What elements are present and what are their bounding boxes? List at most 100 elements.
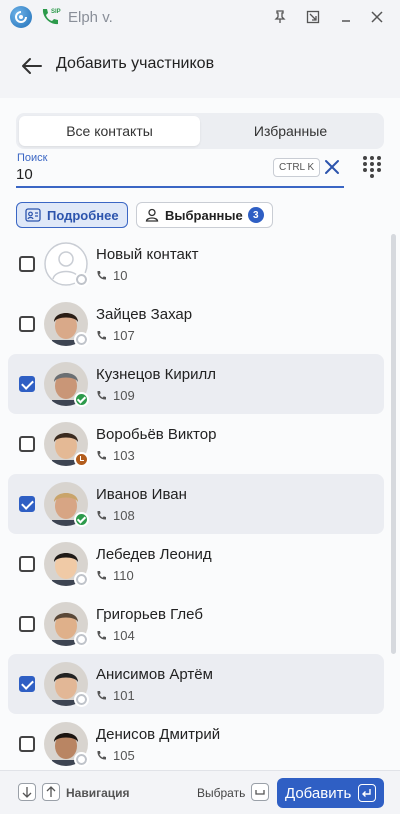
- extension-number: 105: [113, 748, 135, 763]
- contact-extension: 107: [96, 328, 135, 343]
- status-offline-icon: [74, 752, 89, 767]
- contact-row[interactable]: Кузнецов Кирилл 109: [8, 354, 384, 414]
- contact-checkbox[interactable]: [19, 436, 35, 452]
- phone-icon: [97, 451, 106, 460]
- extension-number: 10: [113, 268, 128, 283]
- space-key-icon: [251, 783, 269, 801]
- contact-row[interactable]: Зайцев Захар 107: [8, 294, 384, 354]
- avatar: [44, 362, 89, 407]
- pin-icon[interactable]: [269, 6, 291, 28]
- contact-extension: 105: [96, 748, 135, 763]
- selected-filter-button[interactable]: Выбранные 3: [136, 202, 273, 228]
- close-window-icon[interactable]: [366, 6, 388, 28]
- contact-checkbox[interactable]: [19, 736, 35, 752]
- tab-all-contacts[interactable]: Все контакты: [19, 116, 200, 146]
- dialpad-icon[interactable]: [361, 155, 383, 181]
- svg-text:SIP: SIP: [51, 9, 61, 15]
- contact-name: Григорьев Глеб: [96, 606, 203, 623]
- search-input[interactable]: [16, 164, 316, 184]
- status-offline-icon: [74, 572, 89, 587]
- contact-checkbox[interactable]: [19, 616, 35, 632]
- contact-row[interactable]: Иванов Иван 108: [8, 474, 384, 534]
- navigation-hint: Навигация: [66, 786, 130, 800]
- contact-row[interactable]: Новый контакт 10: [8, 234, 384, 294]
- avatar: [44, 542, 89, 587]
- status-online-icon: [74, 512, 89, 527]
- search-label: Поиск: [17, 152, 48, 164]
- status-away-icon: [74, 452, 89, 467]
- extension-number: 109: [113, 388, 135, 403]
- main-content: Все контакты Избранные Поиск CTRL K Подр…: [0, 98, 400, 770]
- contact-extension: 10: [96, 268, 127, 283]
- footer-bar: Навигация Выбрать Добавить: [0, 770, 400, 814]
- contact-card-icon: [25, 208, 41, 222]
- contact-name: Воробьёв Виктор: [96, 426, 217, 443]
- avatar: [44, 662, 89, 707]
- contact-checkbox[interactable]: [19, 376, 35, 392]
- contact-name: Новый контакт: [96, 246, 199, 263]
- selected-count-badge: 3: [247, 207, 264, 223]
- status-offline-icon: [74, 272, 89, 287]
- contact-extension: 108: [96, 508, 135, 523]
- shortcut-hint: CTRL K: [273, 158, 321, 177]
- enter-key-icon: [358, 784, 376, 802]
- phone-icon: [97, 631, 106, 640]
- contact-name: Лебедев Леонид: [96, 546, 212, 563]
- contact-checkbox[interactable]: [19, 256, 35, 272]
- contact-name: Зайцев Захар: [96, 306, 193, 323]
- phone-icon: [97, 751, 106, 760]
- phone-icon: [97, 331, 106, 340]
- selected-filter-label: Выбранные: [165, 207, 243, 223]
- avatar: [44, 602, 89, 647]
- contact-row[interactable]: Григорьев Глеб 104: [8, 594, 384, 654]
- contact-checkbox[interactable]: [19, 556, 35, 572]
- contact-row[interactable]: Воробьёв Виктор 103: [8, 414, 384, 474]
- contact-row[interactable]: Лебедев Леонид 110: [8, 534, 384, 594]
- title-bar: SIP Elph v.: [0, 0, 400, 34]
- page-title: Добавить участников: [56, 55, 215, 72]
- contact-extension: 101: [96, 688, 135, 703]
- phone-icon: [97, 511, 106, 520]
- app-logo-icon: [10, 6, 32, 28]
- minimize-icon[interactable]: [335, 6, 357, 28]
- avatar: [44, 302, 89, 347]
- add-button-label: Добавить: [285, 784, 352, 802]
- sip-phone-icon: SIP: [38, 5, 62, 29]
- contact-checkbox[interactable]: [19, 676, 35, 692]
- contact-row[interactable]: Денисов Дмитрий 105: [8, 714, 384, 770]
- tab-favorites[interactable]: Избранные: [200, 116, 381, 146]
- contact-extension: 103: [96, 448, 135, 463]
- scrollbar[interactable]: [391, 234, 396, 654]
- extension-number: 110: [113, 568, 134, 583]
- contact-name: Денисов Дмитрий: [96, 726, 221, 743]
- details-filter-label: Подробнее: [47, 207, 119, 223]
- arrow-up-key-icon: [42, 783, 60, 801]
- contact-row[interactable]: Анисимов Артём 101: [8, 654, 384, 714]
- status-offline-icon: [74, 632, 89, 647]
- contact-checkbox[interactable]: [19, 316, 35, 332]
- extension-number: 104: [113, 628, 135, 643]
- phone-icon: [97, 391, 106, 400]
- phone-icon: [97, 271, 106, 280]
- status-offline-icon: [74, 692, 89, 707]
- user-icon: [145, 208, 159, 222]
- avatar: [44, 422, 89, 467]
- search-underline: [16, 186, 344, 188]
- app-title: Elph v.: [68, 9, 113, 26]
- popout-icon[interactable]: [302, 6, 324, 28]
- page-header: Добавить участников: [0, 34, 400, 98]
- status-online-icon: [74, 392, 89, 407]
- avatar: [44, 722, 89, 767]
- back-arrow-icon[interactable]: [18, 52, 46, 80]
- contact-checkbox[interactable]: [19, 496, 35, 512]
- avatar: [44, 242, 89, 287]
- avatar: [44, 482, 89, 527]
- arrow-down-key-icon: [18, 783, 36, 801]
- add-button[interactable]: Добавить: [277, 778, 384, 808]
- contact-name: Анисимов Артём: [96, 666, 213, 683]
- details-filter-button[interactable]: Подробнее: [16, 202, 128, 228]
- status-offline-icon: [74, 332, 89, 347]
- clear-search-icon[interactable]: [321, 156, 343, 178]
- contact-tabs: Все контакты Избранные: [16, 113, 384, 149]
- phone-icon: [97, 691, 106, 700]
